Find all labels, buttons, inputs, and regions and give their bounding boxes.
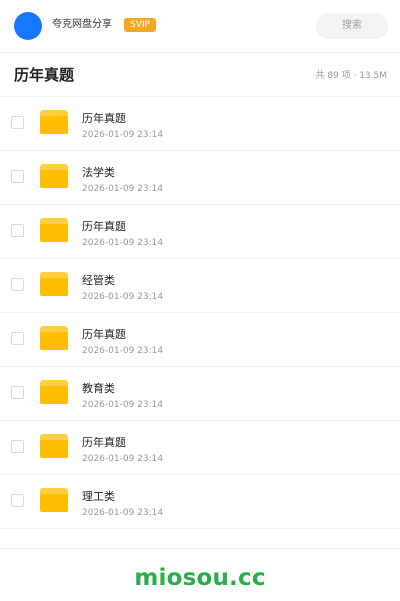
- footer: miosou.cc: [0, 548, 400, 601]
- item-name: 历年真题: [82, 436, 126, 449]
- item-date: 2026-01-09 23:14: [82, 454, 164, 464]
- folder-icon: [40, 434, 68, 458]
- list-item[interactable]: 历年真题 2026-01-09 23:14: [0, 421, 400, 475]
- folder-stats: 共 89 项 · 13.5M: [315, 71, 387, 81]
- list-item[interactable]: 历年真题 2026-01-09 23:14: [0, 205, 400, 259]
- item-name: 理工类: [82, 490, 115, 503]
- item-date: 2026-01-09 23:14: [82, 508, 164, 518]
- item-date: 2026-01-09 23:14: [82, 184, 164, 194]
- item-name: 教育类: [82, 382, 115, 395]
- list-item[interactable]: 经管类 2026-01-09 23:14: [0, 259, 400, 313]
- list-item[interactable]: 理工类 2026-01-09 23:14: [0, 475, 400, 529]
- top-bar: 夸克网盘分享 SVIP 搜索: [0, 0, 400, 53]
- item-name: 法学类: [82, 166, 115, 179]
- search-input[interactable]: 搜索: [316, 13, 388, 39]
- item-date: 2026-01-09 23:14: [82, 238, 164, 248]
- select-checkbox[interactable]: [11, 494, 24, 507]
- watermark: miosou.cc: [134, 565, 266, 591]
- file-list: 历年真题 2026-01-09 23:14 法学类 2026-01-09 23:…: [0, 97, 400, 529]
- select-checkbox[interactable]: [11, 332, 24, 345]
- folder-header: 历年真题 共 89 项 · 13.5M: [0, 53, 400, 97]
- folder-icon: [40, 380, 68, 404]
- select-checkbox[interactable]: [11, 440, 24, 453]
- select-checkbox[interactable]: [11, 170, 24, 183]
- item-name: 历年真题: [82, 328, 126, 341]
- avatar[interactable]: [14, 12, 42, 40]
- folder-icon: [40, 110, 68, 134]
- select-checkbox[interactable]: [11, 224, 24, 237]
- list-item[interactable]: 法学类 2026-01-09 23:14: [0, 151, 400, 205]
- select-checkbox[interactable]: [11, 386, 24, 399]
- item-date: 2026-01-09 23:14: [82, 130, 164, 140]
- item-date: 2026-01-09 23:14: [82, 400, 164, 410]
- item-date: 2026-01-09 23:14: [82, 292, 164, 302]
- item-name: 历年真题: [82, 220, 126, 233]
- select-checkbox[interactable]: [11, 116, 24, 129]
- item-name: 经管类: [82, 274, 115, 287]
- item-name: 历年真题: [82, 112, 126, 125]
- list-item[interactable]: 历年真题 2026-01-09 23:14: [0, 97, 400, 151]
- folder-icon: [40, 272, 68, 296]
- folder-icon: [40, 488, 68, 512]
- select-checkbox[interactable]: [11, 278, 24, 291]
- app-name: 夸克网盘分享: [52, 19, 112, 30]
- list-item[interactable]: 历年真题 2026-01-09 23:14: [0, 313, 400, 367]
- folder-icon: [40, 164, 68, 188]
- page-title: 历年真题: [14, 66, 75, 84]
- folder-icon: [40, 326, 68, 350]
- folder-icon: [40, 218, 68, 242]
- svip-badge: SVIP: [124, 18, 156, 32]
- item-date: 2026-01-09 23:14: [82, 346, 164, 356]
- list-item[interactable]: 教育类 2026-01-09 23:14: [0, 367, 400, 421]
